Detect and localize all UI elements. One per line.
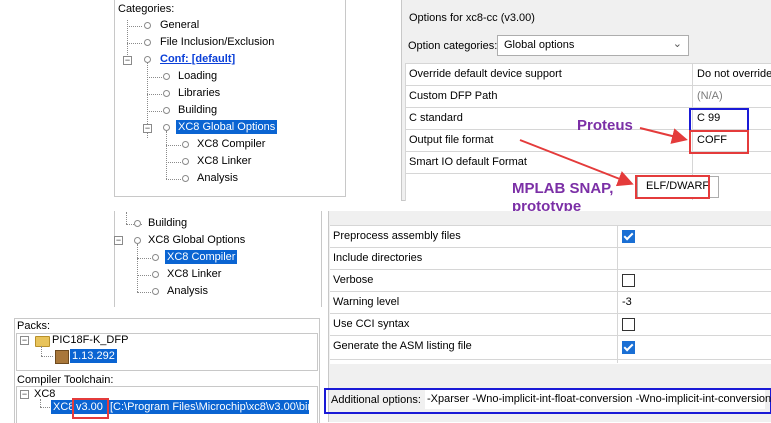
tree-node-icon <box>152 288 159 295</box>
compiler-option-name: Warning level <box>333 296 400 308</box>
compiler-option-name: Include directories <box>333 252 423 264</box>
toolchain-label: Compiler Toolchain: <box>17 374 114 386</box>
tree2-xc8-global-options[interactable]: XC8 Global Options <box>148 234 245 246</box>
pack-version[interactable]: 1.13.292 <box>70 349 117 363</box>
package-icon <box>55 350 69 364</box>
toolchain-entry-path: [C:\Program Files\Microchip\xc8\v3.00\bi… <box>110 401 317 413</box>
warning-level-value[interactable]: -3 <box>622 291 632 313</box>
tree-node-icon <box>152 271 159 278</box>
compiler-option-name: Use CCI syntax <box>333 318 410 330</box>
tree-node-icon <box>134 220 141 227</box>
version-highlight <box>72 398 109 419</box>
tree-node-icon <box>134 237 141 244</box>
tree2-building[interactable]: Building <box>148 217 187 229</box>
snap-arrow <box>519 139 634 187</box>
proteus-arrow <box>639 127 688 144</box>
folder-icon <box>35 336 50 347</box>
compiler-option-name: Generate the ASM listing file <box>333 340 472 352</box>
collapse-icon[interactable]: − <box>20 390 29 399</box>
collapse-icon[interactable]: − <box>114 236 123 245</box>
packs-label: Packs: <box>17 320 51 332</box>
compiler-option-name: Verbose <box>333 274 374 286</box>
preprocess-assembly-checkbox[interactable] <box>622 230 635 243</box>
collapse-icon[interactable]: − <box>20 336 29 345</box>
tree2-analysis[interactable]: Analysis <box>167 285 208 297</box>
pack-name[interactable]: PIC18F-K_DFP <box>52 334 128 346</box>
verbose-checkbox[interactable] <box>622 274 635 287</box>
additional-options-input[interactable]: -Xparser -Wno-implicit-int-float-convers… <box>425 390 771 409</box>
tree2-xc8-compiler[interactable]: XC8 Compiler <box>165 250 238 264</box>
compiler-option-name: Preprocess assembly files <box>333 230 461 242</box>
use-cci-checkbox[interactable] <box>622 318 635 331</box>
additional-options-value: -Xparser -Wno-implicit-int-float-convers… <box>427 393 771 405</box>
asm-listing-checkbox[interactable] <box>622 341 635 354</box>
tree-node-icon <box>152 254 159 261</box>
tree2-xc8-linker[interactable]: XC8 Linker <box>167 268 221 280</box>
toolchain-root[interactable]: XC8 <box>34 388 55 400</box>
additional-options-label: Additional options: <box>331 394 421 406</box>
